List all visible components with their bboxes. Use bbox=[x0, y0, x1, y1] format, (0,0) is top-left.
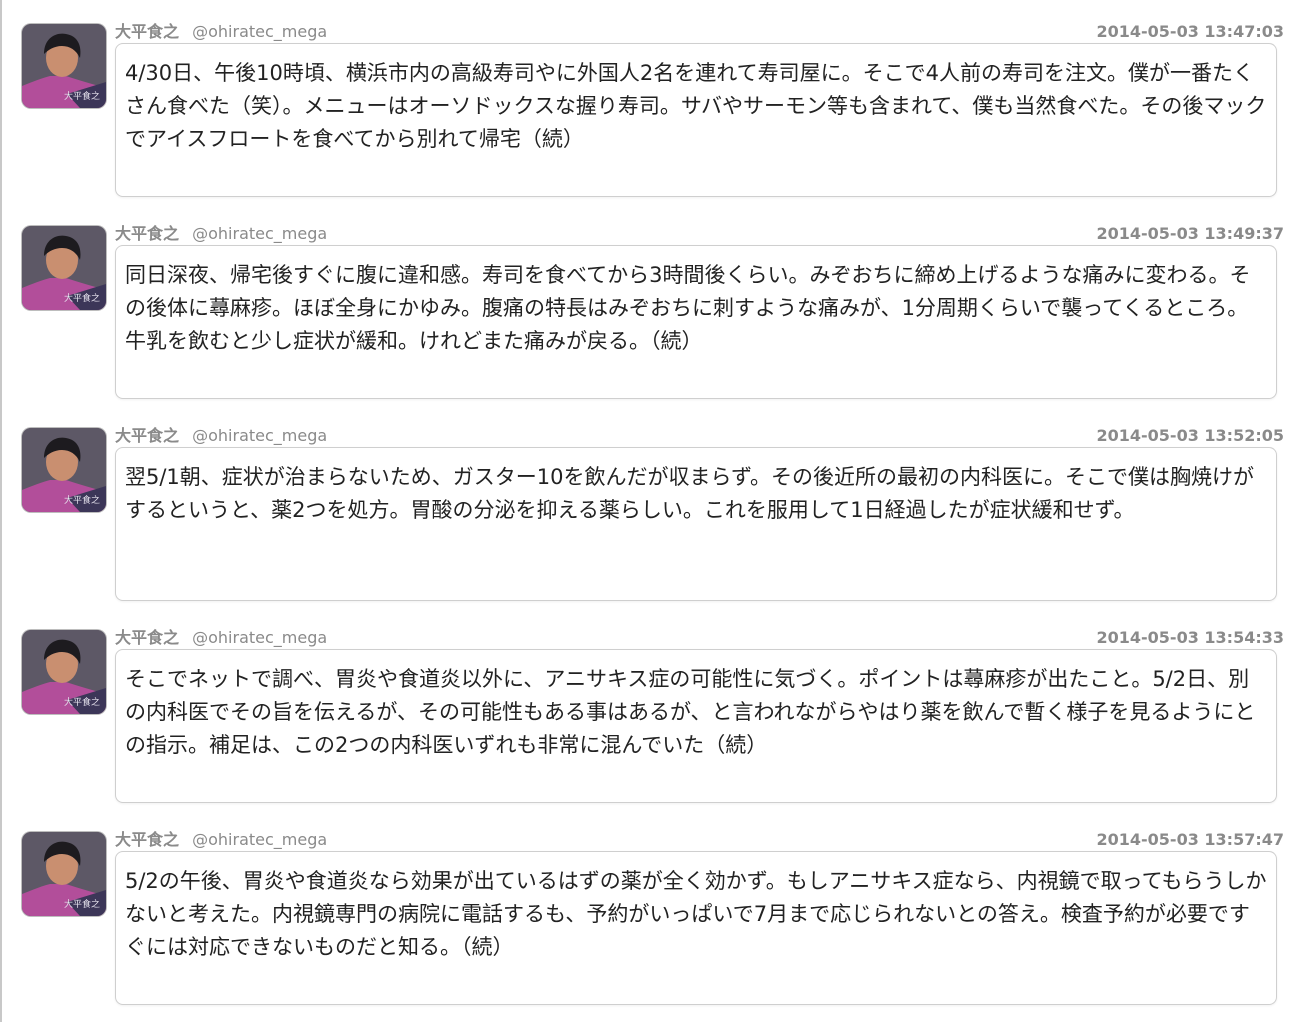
tweet-bubble: 同日深夜、帰宅後すぐに腹に違和感。寿司を食べてから3時間後くらい。みぞおちに締め… bbox=[115, 245, 1277, 399]
avatar-caption: 大平食之 bbox=[63, 900, 100, 910]
tweet-item: 大平食之 大平食之 @ohiratec_mega 2014-05-03 13:5… bbox=[22, 426, 1284, 606]
tweet-header: 大平食之 @ohiratec_mega bbox=[115, 426, 327, 446]
avatar[interactable]: 大平食之 bbox=[22, 226, 106, 310]
timestamp[interactable]: 2014-05-03 13:57:47 bbox=[1096, 830, 1284, 850]
author-name[interactable]: 大平食之 bbox=[115, 426, 179, 445]
avatar-caption: 大平食之 bbox=[63, 496, 100, 506]
author-handle[interactable]: @ohiratec_mega bbox=[192, 830, 327, 849]
tweet-header: 大平食之 @ohiratec_mega bbox=[115, 628, 327, 648]
author-name[interactable]: 大平食之 bbox=[115, 22, 179, 41]
avatar[interactable]: 大平食之 bbox=[22, 832, 106, 916]
tweet-bubble: 4/30日、午後10時頃、横浜市内の高級寿司やに外国人2名を連れて寿司屋に。そこ… bbox=[115, 43, 1277, 197]
tweet-bubble: そこでネットで調べ、胃炎や食道炎以外に、アニサキス症の可能性に気づく。ポイントは… bbox=[115, 649, 1277, 803]
tweet-item: 大平食之 大平食之 @ohiratec_mega 2014-05-03 13:4… bbox=[22, 224, 1284, 404]
avatar-caption: 大平食之 bbox=[63, 698, 100, 708]
avatar-caption: 大平食之 bbox=[63, 92, 100, 102]
author-handle[interactable]: @ohiratec_mega bbox=[192, 628, 327, 647]
tweet-bubble: 翌5/1朝、症状が治まらないため、ガスター10を飲んだが収まらず。その後近所の最… bbox=[115, 447, 1277, 601]
tweet-text: 5/2の午後、胃炎や食道炎なら効果が出ているはずの薬が全く効かず。もしアニサキス… bbox=[125, 869, 1267, 959]
tweet-header: 大平食之 @ohiratec_mega bbox=[115, 22, 327, 42]
tweet-text: 4/30日、午後10時頃、横浜市内の高級寿司やに外国人2名を連れて寿司屋に。そこ… bbox=[125, 61, 1267, 151]
author-name[interactable]: 大平食之 bbox=[115, 224, 179, 243]
avatar[interactable]: 大平食之 bbox=[22, 428, 106, 512]
tweet-item: 大平食之 大平食之 @ohiratec_mega 2014-05-03 13:5… bbox=[22, 628, 1284, 808]
tweet-item: 大平食之 大平食之 @ohiratec_mega 2014-05-03 13:5… bbox=[22, 830, 1284, 1010]
author-name[interactable]: 大平食之 bbox=[115, 628, 179, 647]
timestamp[interactable]: 2014-05-03 13:49:37 bbox=[1096, 224, 1284, 244]
author-handle[interactable]: @ohiratec_mega bbox=[192, 426, 327, 445]
tweet-item: 大平食之 大平食之 @ohiratec_mega 2014-05-03 13:4… bbox=[22, 22, 1284, 202]
timestamp[interactable]: 2014-05-03 13:54:33 bbox=[1096, 628, 1284, 648]
author-handle[interactable]: @ohiratec_mega bbox=[192, 224, 327, 243]
timestamp[interactable]: 2014-05-03 13:47:03 bbox=[1096, 22, 1284, 42]
avatar-caption: 大平食之 bbox=[63, 294, 100, 304]
left-border bbox=[0, 0, 2, 1022]
tweet-header: 大平食之 @ohiratec_mega bbox=[115, 224, 327, 244]
avatar[interactable]: 大平食之 bbox=[22, 24, 106, 108]
tweet-text: 同日深夜、帰宅後すぐに腹に違和感。寿司を食べてから3時間後くらい。みぞおちに締め… bbox=[125, 263, 1251, 353]
author-handle[interactable]: @ohiratec_mega bbox=[192, 22, 327, 41]
timestamp[interactable]: 2014-05-03 13:52:05 bbox=[1096, 426, 1284, 446]
tweet-text: そこでネットで調べ、胃炎や食道炎以外に、アニサキス症の可能性に気づく。ポイントは… bbox=[125, 667, 1256, 757]
tweet-text: 翌5/1朝、症状が治まらないため、ガスター10を飲んだが収まらず。その後近所の最… bbox=[125, 465, 1254, 522]
avatar[interactable]: 大平食之 bbox=[22, 630, 106, 714]
author-name[interactable]: 大平食之 bbox=[115, 830, 179, 849]
tweet-bubble: 5/2の午後、胃炎や食道炎なら効果が出ているはずの薬が全く効かず。もしアニサキス… bbox=[115, 851, 1277, 1005]
tweet-header: 大平食之 @ohiratec_mega bbox=[115, 830, 327, 850]
